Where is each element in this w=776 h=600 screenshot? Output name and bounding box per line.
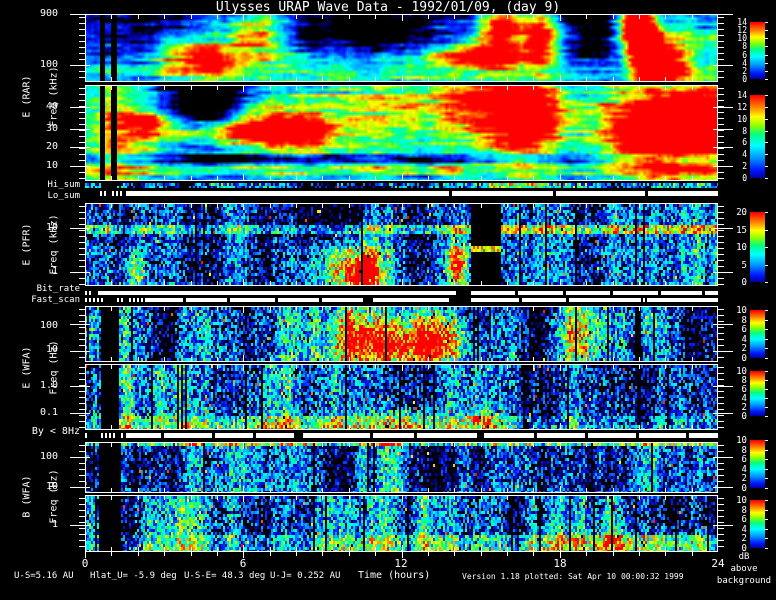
colorbar-caption-db: dB — [738, 552, 750, 562]
footer-sun-earth-angle: U-S-E= 48.3 deg — [184, 571, 266, 581]
urap-wave-plot: Ulysses URAP Wave Data - 1992/01/09, (da… — [0, 0, 776, 600]
footer-version: Version 1.18 plotted: Sat Apr 10 00:00:3… — [462, 572, 684, 581]
xtick-0: 0 — [81, 557, 89, 570]
footer-heliolatitude: Hlat_U= -5.9 deg — [90, 571, 177, 581]
xtick-6: 6 — [239, 557, 247, 570]
colorbar-rar-low — [722, 89, 776, 186]
colorbar-caption-background: background — [716, 576, 772, 586]
colorbar-caption-above: above — [730, 564, 758, 574]
xtick-18: 18 — [553, 557, 567, 570]
x-axis-title: Time (hours) — [358, 570, 431, 581]
colorbar-b-wfa-low — [722, 494, 776, 556]
colorbar-pfr — [722, 206, 776, 290]
footer-distance-sun: U-S=5.16 AU — [14, 571, 74, 581]
xtick-12: 12 — [394, 557, 408, 570]
colorbar-rar-high — [722, 16, 776, 87]
colorbar-e-wfa-high — [722, 304, 776, 366]
footer-distance-jupiter: U-J= 0.252 AU — [270, 571, 341, 581]
y-axis-ticks-overlay — [0, 0, 776, 600]
colorbar-b-wfa-high — [722, 434, 776, 496]
colorbar-e-wfa-low — [722, 365, 776, 424]
colorbar-caption: dB above background — [714, 551, 774, 587]
